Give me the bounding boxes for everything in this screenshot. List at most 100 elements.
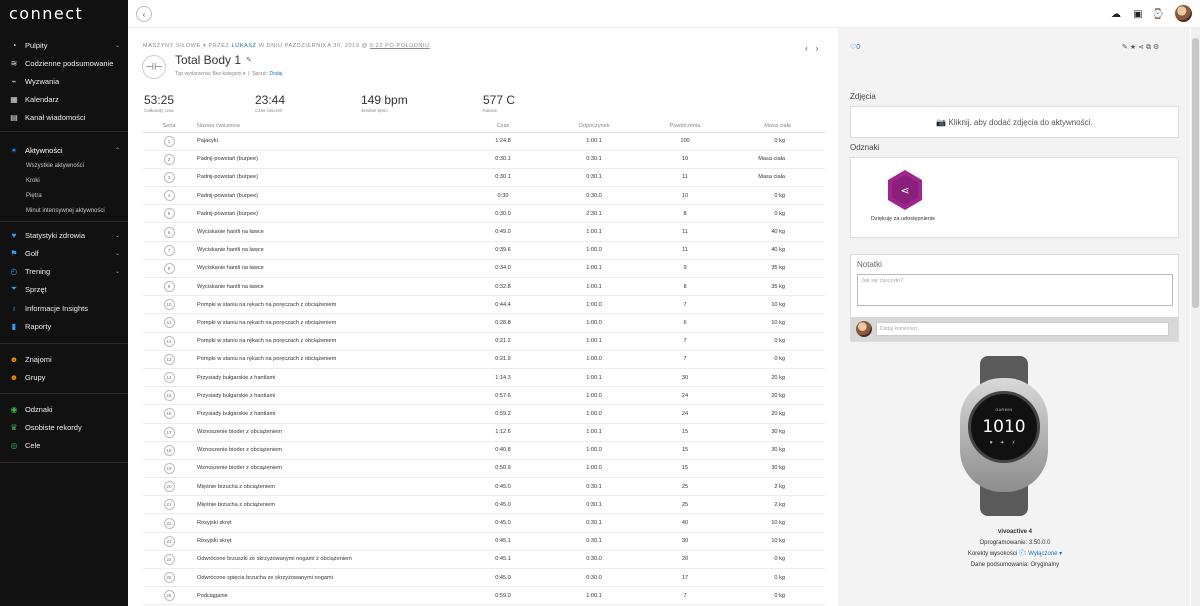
sidebar-item-0[interactable]: ◔ Pulpity ⌄ (0, 37, 128, 53)
gear-add-link[interactable]: Dodaj (269, 71, 282, 77)
table-row[interactable]: 5 Padnij-powstań (burpee) 0:30.0 2:30.1 8 0 k… (143, 204, 825, 224)
table-row[interactable]: 18 Wznoszenie bioder z obciążeniem 0:40.8 1… (143, 441, 825, 460)
comment-input[interactable]: Dodaj komentarz. (876, 322, 1169, 336)
logo[interactable]: connect (9, 4, 83, 23)
add-photos-button[interactable]: 📷 Kliknij, aby dodać zdjęcia do aktywnoś… (850, 106, 1179, 138)
table-row[interactable]: 17 Wznoszenie bioder z obciążeniem 1:12.6 1… (143, 423, 825, 442)
sidebar-item-8[interactable]: ◴ Trening ⌄ (0, 263, 128, 279)
table-row[interactable]: 16 Przysiady bułgarskie z hantlami 0:59.2 1… (143, 404, 825, 424)
set-number-cell: 13 (143, 350, 195, 369)
share-icon[interactable]: ⋖ (1138, 44, 1146, 51)
table-row[interactable]: 24 Odwrócone brzuszki ze skrzyżowanymi no… (143, 550, 825, 570)
upload-cloud-icon[interactable]: ☁ (1110, 8, 1122, 20)
table-row[interactable]: 3 Padnij-powstań (burpee) 0:30.1 0:30.1 11 Ma… (143, 168, 825, 188)
table-row[interactable]: 20 Mięśnie brzucha z obciążeniem 0:45.0 0:3… (143, 477, 825, 497)
gear-icon[interactable]: ⚙ (1153, 44, 1161, 51)
table-row[interactable]: 26 Podciąganie 0:59.0 1:00.1 7 0 kg (143, 586, 825, 606)
chevron-icon[interactable]: ⌃ (115, 147, 120, 154)
weight: 30 kg (731, 423, 825, 442)
sidebar-item-1[interactable]: ≋ Codzienne podsumowanie (0, 55, 128, 71)
reps: 10 (639, 186, 731, 206)
badge-icon: ◉ (10, 404, 18, 414)
event-type-select[interactable]: Bez kategorii ▾ (213, 71, 246, 77)
table-row[interactable]: 13 Pompki w staniu na rękach na poręczach… (143, 350, 825, 369)
star-icon[interactable]: ★ (1130, 44, 1138, 51)
rest: 1:00.1 (549, 259, 639, 279)
like-button[interactable]: ♡0 (850, 43, 860, 51)
share-badge-icon[interactable]: ⋖ (888, 170, 922, 210)
next-arrow-icon[interactable]: › (816, 44, 827, 53)
help-icon[interactable]: ⓘ (1019, 551, 1025, 557)
watch-icon[interactable]: ⌚ (1152, 8, 1164, 20)
inbox-icon[interactable]: ▣ (1132, 8, 1144, 20)
weight: 2 kg (731, 495, 825, 515)
chevron-icon[interactable]: ⌄ (115, 42, 120, 49)
stat-value: 53:25 (144, 93, 175, 107)
rest: 0:30.0 (549, 186, 639, 206)
sidebar-item-3[interactable]: ▦ Kalendarz (0, 91, 128, 107)
stat-exercise-time: 23:44 Czas ćwiczeń (255, 93, 285, 113)
edit-pencil-icon[interactable]: ✎ (246, 56, 252, 64)
sidebar-item-9[interactable]: ⏷ Sprzęt (0, 281, 128, 297)
table-row[interactable]: 19 Wznoszenie bioder z obciążeniem 0:50.9 1… (143, 459, 825, 479)
prev-arrow-icon[interactable]: ‹ (805, 44, 816, 53)
table-row[interactable]: 4 Padnij-powstań (burpee) 0:30 0:30.0 10 0 kg (143, 186, 825, 206)
exercise-name: Mięśnie brzucha z obciążeniem (195, 477, 457, 497)
crumb-time[interactable]: 5:22 PO POŁUDNIU (370, 43, 430, 49)
table-row[interactable]: 10 Pompki w staniu na rękach na poręczach… (143, 295, 825, 315)
sidebar-item-11[interactable]: ▮ Raporty (0, 318, 128, 334)
sidebar-item-16[interactable]: ◎ Cele (0, 437, 128, 453)
table-row[interactable]: 14 Przysiady bułgarskie z hantlami 1:14.3 1… (143, 368, 825, 388)
page-title: Total Body 1 (175, 53, 242, 67)
chevron-icon[interactable]: ⌄ (115, 250, 120, 257)
table-row[interactable]: 6 Wyciskanie hantli na ławce 0:49.0 1:00.1 1… (143, 222, 825, 242)
table-row[interactable]: 12 Pompki w staniu na rękach na poręczach… (143, 332, 825, 351)
table-row[interactable]: 9 Wyciskanie hantli na ławce 0:32.8 1:00.1 8… (143, 277, 825, 297)
user-avatar[interactable] (1175, 5, 1192, 22)
sidebar-item-14[interactable]: ◉ Odznaki (0, 401, 128, 417)
sidebar-item-7[interactable]: ⚑ Golf ⌄ (0, 245, 128, 261)
sidebar-item-2[interactable]: ⌁ Wyzwania (0, 73, 128, 89)
watch-brand: GARMIN (995, 408, 1013, 412)
set-number: 8 (163, 262, 175, 274)
sidebar-item-label: Statystyki zdrowia (25, 230, 86, 240)
table-row[interactable]: 23 Rosyjski skręt 0:45.1 0:30.1 30 10 kg (143, 532, 825, 551)
edit-icon[interactable]: ✎ (1122, 44, 1130, 51)
back-button[interactable]: ‹ (136, 6, 152, 22)
sidebar-subitem[interactable]: Piętra (26, 190, 42, 202)
sidebar-subitem[interactable]: Wszystkie aktywności (26, 160, 84, 172)
table-row[interactable]: 2 Padnij-powstań (burpee) 0:30.1 0:30.1 10 Ma… (143, 150, 825, 169)
sidebar-item-12[interactable]: ☻ Znajomi (0, 351, 128, 367)
scrollbar[interactable] (1191, 28, 1200, 606)
user-link[interactable]: LUKASZ (232, 43, 257, 49)
sidebar-item-5[interactable]: ✶ Aktywności ⌃ (0, 142, 128, 158)
set-number: 16 (163, 408, 175, 420)
chevron-icon[interactable]: ⌄ (115, 268, 120, 275)
table-row[interactable]: 1 Pajacyki 1:24.8 1:00.1 100 0 kg (143, 132, 825, 151)
weight: 10 kg (731, 532, 825, 551)
table-row[interactable]: 22 Rosyjski skręt 0:45.0 0:30.1 40 10 kg (143, 513, 825, 533)
rest: 1:00.1 (549, 332, 639, 351)
chevron-icon[interactable]: ⌄ (115, 232, 120, 239)
table-row[interactable]: 21 Mięśnie brzucha z obciążeniem 0:45.0 0:3… (143, 495, 825, 515)
table-row[interactable]: 25 Odwrócone spięcia brzucha ze skrzyżowa… (143, 568, 825, 588)
table-row[interactable]: 15 Przysiady bułgarskie z hantlami 0:57.6 1… (143, 386, 825, 406)
table-row[interactable]: 8 Wyciskanie hantli na ławce 0:34.0 1:00.1 9… (143, 259, 825, 279)
sidebar-item-6[interactable]: ♥ Statystyki zdrowia ⌄ (0, 227, 128, 243)
scrollbar-thumb[interactable] (1192, 38, 1199, 308)
table-row[interactable]: 11 Pompki w staniu na rękach na poręczach… (143, 313, 825, 333)
export-icon[interactable]: ⧉ (1146, 44, 1153, 51)
elevation-select[interactable]: Wyłączone ▾ (1028, 551, 1062, 557)
table-row[interactable]: 7 Wyciskanie hantli na ławce 0:39.6 1:00.0 1… (143, 241, 825, 260)
sidebar-item-15[interactable]: ♛ Osobiste rekordy (0, 419, 128, 435)
sidebar-item-13[interactable]: ☻ Grupy (0, 369, 128, 385)
sidebar-subitem[interactable]: Minut intensywnej aktywności (26, 205, 105, 217)
sidebar-item-4[interactable]: ▤ Kanał wiadomości (0, 109, 128, 125)
reps: 25 (639, 477, 731, 497)
notes-textarea[interactable]: Jak się ćwiczyło? (857, 274, 1173, 306)
app: connect ◔ Pulpity ⌄ ≋ Codzienne podsumowanie… (0, 0, 1200, 606)
activity-type[interactable]: MASZYNY SIŁOWE (143, 43, 201, 49)
set-number: 25 (163, 572, 175, 584)
sidebar-subitem[interactable]: Kroki (26, 175, 40, 187)
sidebar-item-10[interactable]: ♁ Informacje Insights (0, 300, 128, 316)
